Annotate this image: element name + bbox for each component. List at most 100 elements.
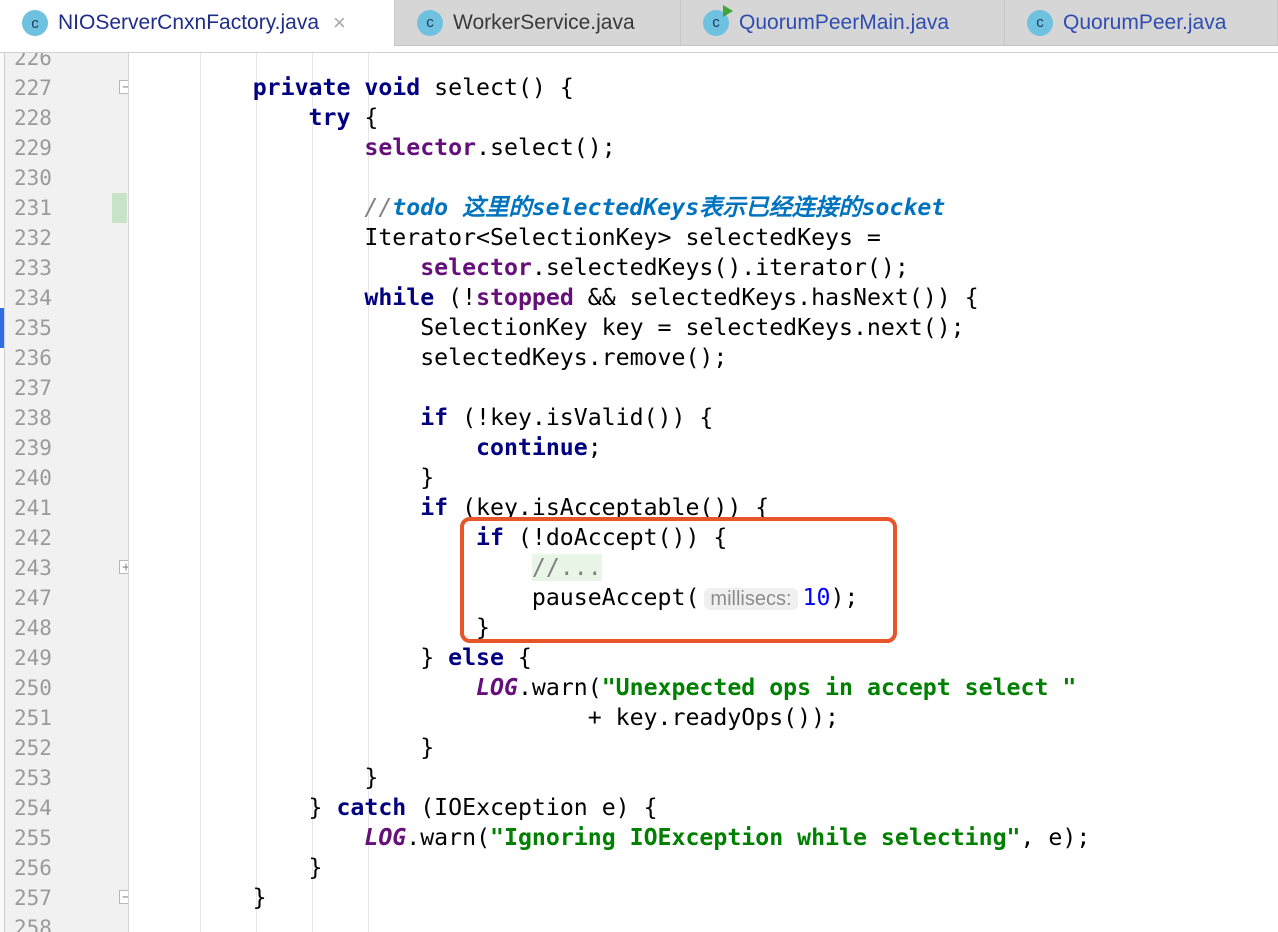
- line-number: 230: [5, 163, 128, 193]
- code-token: selectedKeys.remove();: [141, 344, 728, 371]
- tab-quorumpeermain[interactable]: c QuorumPeerMain.java: [681, 0, 1005, 45]
- code-line: private void select() {: [129, 73, 1090, 103]
- line-number: 249: [5, 643, 128, 673]
- code-token: && selectedKeys.hasNext()) {: [573, 284, 979, 311]
- code-editor[interactable]: private void select() { try { selector.s…: [129, 53, 1278, 932]
- code-line: if (!key.isValid()) {: [129, 403, 1090, 433]
- code-line: + key.readyOps());: [129, 703, 1090, 733]
- line-number: 252: [5, 733, 128, 763]
- code-token: (IOException e) {: [406, 794, 658, 821]
- code-line: } catch (IOException e) {: [129, 793, 1090, 823]
- fold-open-icon[interactable]: −: [119, 80, 128, 94]
- line-number: 237: [5, 373, 128, 403]
- selection-marker: [0, 308, 4, 348]
- code-line: } else {: [129, 643, 1090, 673]
- code-token: SelectionKey key = selectedKeys.next();: [141, 314, 965, 341]
- code-line: LOG.warn("Ignoring IOException while sel…: [129, 823, 1090, 853]
- code-token: selector: [364, 134, 477, 161]
- line-number: 253: [5, 763, 128, 793]
- line-number-text: 257: [14, 886, 52, 910]
- line-number-text: 256: [14, 856, 52, 880]
- code-token: while: [364, 284, 435, 311]
- line-number: 243 +: [5, 553, 128, 583]
- line-number: 241: [5, 493, 128, 523]
- code-token: , e);: [1020, 824, 1091, 851]
- line-number-text: 241: [14, 496, 52, 520]
- code-token: "Unexpected ops in accept select ": [601, 674, 1077, 701]
- line-number-text: 238: [14, 406, 52, 430]
- code-token: selector: [420, 254, 532, 281]
- code-line: }: [129, 463, 1090, 493]
- line-number-text: 247: [14, 586, 52, 610]
- line-number-text: 252: [14, 736, 52, 760]
- fold-collapsed-icon[interactable]: +: [119, 560, 128, 574]
- tab-bar-separator: [0, 46, 1278, 53]
- runnable-class-icon: c: [703, 4, 733, 36]
- code-token: + key.readyOps());: [141, 704, 840, 731]
- code-line: }: [129, 733, 1090, 763]
- tab-nioservercnxnfactory[interactable]: c NIOServerCnxnFactory.java ×: [0, 0, 395, 46]
- code-line: selector.selectedKeys().iterator();: [129, 253, 1090, 283]
- fold-close-icon[interactable]: −: [119, 890, 128, 904]
- line-number-text: 226: [14, 53, 52, 70]
- line-number: 239: [5, 433, 128, 463]
- line-number-text: 230: [14, 166, 52, 190]
- code-token: }: [141, 854, 323, 881]
- code-token: continue: [476, 434, 588, 461]
- code-token: .warn(: [406, 824, 491, 851]
- code-token: try: [308, 104, 351, 131]
- tab-workerservice[interactable]: c WorkerService.java: [395, 0, 681, 45]
- line-number-text: 251: [14, 706, 52, 730]
- line-number-text: 233: [14, 256, 52, 280]
- line-number: 247: [5, 583, 128, 613]
- line-number: 227 −: [5, 73, 128, 103]
- code-token: }: [141, 884, 267, 911]
- line-number-text: 242: [14, 526, 52, 550]
- code-token: if: [420, 494, 449, 521]
- code-token: {: [350, 104, 379, 131]
- line-number: 256: [5, 853, 128, 883]
- line-number-gutter: 226 227 − 228 229 230 231 232 233 234 235 236 237 238…: [5, 53, 129, 932]
- code-line: try {: [129, 103, 1090, 133]
- line-number-text: 249: [14, 646, 52, 670]
- code-token: Iterator<SelectionKey> selectedKeys =: [141, 224, 881, 251]
- highlight-box: [460, 517, 897, 643]
- code-token: private void: [252, 74, 421, 101]
- code-token: LOG: [364, 824, 407, 851]
- code-line: }: [129, 883, 1090, 913]
- line-number-text: 235: [14, 316, 52, 340]
- line-number: 233: [5, 253, 128, 283]
- line-number: 248: [5, 613, 128, 643]
- tab-quorumpeer[interactable]: c QuorumPeer.java: [1005, 0, 1278, 45]
- class-icon: c: [1027, 9, 1053, 36]
- code-token: {: [503, 644, 532, 671]
- class-icon: c: [22, 10, 48, 36]
- line-number: 236: [5, 343, 128, 373]
- code-token: }: [141, 734, 435, 761]
- code-line: }: [129, 763, 1090, 793]
- line-number-text: 227: [14, 76, 52, 100]
- code-token: }: [141, 614, 491, 641]
- line-number: 231: [5, 193, 128, 223]
- line-number-text: 232: [14, 226, 52, 250]
- close-icon[interactable]: ×: [333, 10, 346, 36]
- line-number-text: 234: [14, 286, 52, 310]
- code-token: else: [448, 644, 504, 671]
- code-token: select() {: [420, 74, 574, 101]
- code-token: catch: [336, 794, 407, 821]
- code-token: }: [141, 764, 379, 791]
- line-number-text: 237: [14, 376, 52, 400]
- line-number: 226: [5, 53, 128, 73]
- line-number-text: 250: [14, 676, 52, 700]
- class-icon: c: [417, 9, 443, 36]
